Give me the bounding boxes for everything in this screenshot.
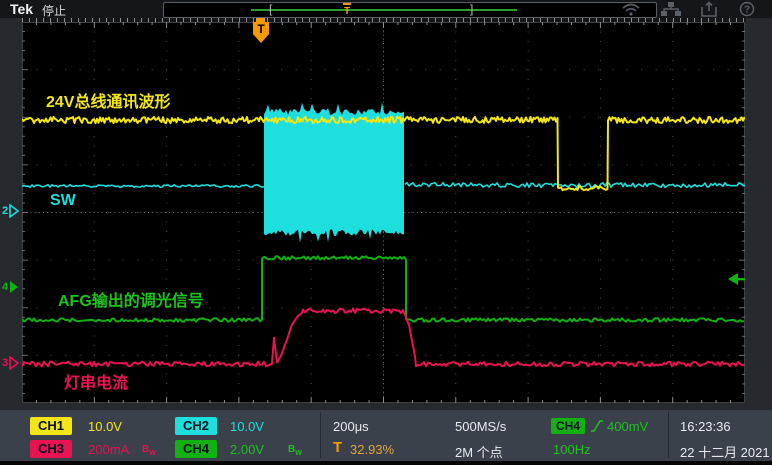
ch4-scale-readout: 2.00V [230, 442, 264, 457]
ch3-marker-number: 3 [2, 357, 8, 369]
tek-logo: Tek [10, 1, 33, 17]
overview-trigger-marker[interactable]: T [343, 3, 351, 18]
acquisition-run-state: 停止 [42, 2, 66, 19]
graticule-and-waveforms [22, 22, 745, 403]
ch3-waveform-label: 灯串电流 [64, 369, 128, 393]
ch4-waveform-label: AFG输出的调光信号 [58, 287, 204, 311]
ch4-bandwidth-limit-icon: BW [288, 444, 302, 457]
ch1-waveform-label: 24V总线通讯波形 [46, 88, 170, 112]
record-overview-bar[interactable]: [ ] T [163, 2, 657, 18]
ch3-scale-readout: 200mA [88, 442, 129, 457]
help-icon[interactable]: ? [736, 1, 758, 17]
rising-edge-slope-icon [590, 418, 604, 434]
ch3-badge[interactable]: CH3 [30, 440, 72, 458]
record-length-readout: 2M 个点 [455, 442, 503, 461]
ch2-waveform-label: SW [50, 192, 76, 210]
trigger-position-readout: 32.93% [350, 442, 394, 457]
ch4-marker-arrow-icon [9, 280, 19, 294]
ch4-badge[interactable]: CH4 [175, 440, 217, 458]
statusbar-divider [668, 412, 669, 458]
ch2-marker-number: 2 [2, 205, 8, 217]
clock-time: 16:23:36 [680, 419, 731, 434]
timebase-readout[interactable]: 200μs [333, 419, 369, 434]
ch1-badge[interactable]: CH1 [30, 417, 72, 435]
trigger-source-badge[interactable]: CH4 [551, 418, 585, 434]
ch2-scale-readout: 10.0V [230, 419, 264, 434]
ch3-marker-arrow-icon [9, 356, 19, 370]
ch4-position-marker[interactable]: 4 [2, 279, 23, 295]
zoom-window-bracket-left[interactable]: [ [269, 2, 272, 16]
export-icon[interactable] [698, 1, 720, 17]
trigger-level-arrow[interactable] [726, 272, 745, 286]
top-bar: Tek 停止 [ ] T ? [0, 0, 772, 18]
ch2-position-marker[interactable]: 2 [2, 203, 23, 219]
ch1-scale-readout: 10.0V [88, 419, 122, 434]
sample-rate-readout: 500MS/s [455, 419, 506, 434]
ch2-badge[interactable]: CH2 [175, 417, 217, 435]
record-overview-waveform [251, 9, 517, 11]
ch4-marker-number: 4 [2, 281, 8, 293]
waveform-display-area: 24V总线通讯波形 SW AFG输出的调光信号 灯串电流 T [22, 22, 745, 403]
trigger-t-glyph: T [333, 439, 342, 456]
ch3-bandwidth-limit-icon: BW [142, 444, 156, 457]
network-icon[interactable] [660, 1, 682, 17]
trigger-frequency-readout: 100Hz [553, 442, 591, 457]
ch3-position-marker[interactable]: 3 [2, 355, 23, 371]
statusbar-divider [320, 412, 321, 458]
ch2-marker-arrow-icon [9, 204, 19, 218]
bottom-black-strip [0, 461, 772, 465]
oscilloscope-screen: Tek 停止 [ ] T ? [0, 0, 772, 465]
svg-text:?: ? [744, 5, 750, 16]
trigger-level-readout: 400mV [607, 419, 648, 434]
clock-date: 22 十二月 2021 [680, 442, 770, 461]
wifi-icon[interactable] [620, 1, 642, 17]
status-bar: CH1 10.0V CH2 10.0V CH3 200mA BW CH4 2.0… [0, 410, 772, 461]
zoom-window-bracket-right[interactable]: ] [470, 2, 473, 16]
